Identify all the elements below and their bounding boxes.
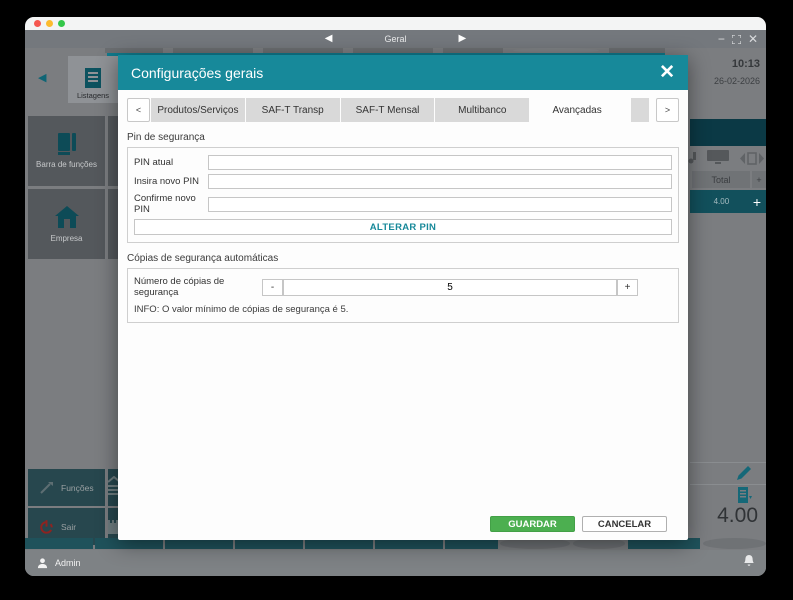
minimize-traffic-light[interactable] xyxy=(46,20,53,27)
backup-count-label: Número de cópias de segurança xyxy=(134,276,225,298)
close-traffic-light[interactable] xyxy=(34,20,41,27)
backup-count-row: Número de cópias de segurança - + xyxy=(134,276,672,298)
alterar-pin-button[interactable]: ALTERAR PIN xyxy=(134,219,672,235)
sidebar-item-label: Barra de funções xyxy=(36,159,97,169)
power-icon xyxy=(40,519,53,534)
sidebar-item-partial[interactable] xyxy=(108,469,118,506)
fullscreen-icon[interactable] xyxy=(731,34,741,44)
decrement-button[interactable]: - xyxy=(262,278,283,296)
increment-button[interactable]: + xyxy=(617,278,638,296)
clock-time: 10:13 xyxy=(731,58,760,70)
sidebar-item-label: Empresa xyxy=(50,233,83,243)
app-window: ◀ Geral ▶ − ✕ ◀ Listagens Barra de funçõ… xyxy=(25,17,766,576)
logged-user-label[interactable]: Admin xyxy=(55,558,81,568)
sidebar-item-empresa[interactable]: Empresa xyxy=(28,189,105,259)
sidebar-item-partial[interactable] xyxy=(108,116,118,186)
pin-section-title: Pin de segurança xyxy=(127,132,205,143)
tabs-scroll-prev-button[interactable]: < xyxy=(127,98,150,122)
confirme-pin-input[interactable] xyxy=(208,196,672,212)
dialog-close-icon[interactable]: ✕ xyxy=(659,63,675,82)
amount-display: 4.00 xyxy=(717,504,758,527)
total-column-header: Total xyxy=(692,171,750,188)
dialog-body: < Produtos/Serviços SAF-T Transp SAF-T M… xyxy=(118,90,688,540)
pin-atual-label: PIN atual xyxy=(134,157,174,168)
sidebar-item-barra-de-funcoes[interactable]: Barra de funções xyxy=(28,116,105,186)
tools-icon xyxy=(40,482,53,494)
minimize-icon[interactable]: − xyxy=(718,33,725,45)
divider xyxy=(690,462,766,463)
notifications-bell-icon[interactable] xyxy=(744,554,754,572)
dialog-header: Configurações gerais ✕ xyxy=(118,55,688,90)
home-icon xyxy=(54,205,79,228)
status-bar: Admin xyxy=(25,550,766,576)
settings-dialog: Configurações gerais ✕ < Produtos/Serviç… xyxy=(118,55,688,540)
tab-saft-transp[interactable]: SAF-T Transp xyxy=(245,98,340,122)
tab-multibanco[interactable]: Multibanco xyxy=(435,98,530,122)
titlebar xyxy=(25,17,766,30)
backup-section-title: Cópias de segurança automáticas xyxy=(127,253,279,264)
confirme-pin-label: Confirme novo PIN xyxy=(134,193,196,215)
backup-count-input[interactable] xyxy=(283,278,617,296)
pos-icon-row xyxy=(688,148,766,168)
bottom-function-cell[interactable] xyxy=(25,538,93,549)
close-window-icon[interactable]: ✕ xyxy=(748,33,758,45)
dialog-title: Configurações gerais xyxy=(131,64,264,81)
sidebar-item-label: Sair xyxy=(61,521,77,532)
toolbar: ◀ Geral ▶ − ✕ xyxy=(25,30,766,48)
divider xyxy=(690,484,766,485)
settings-tabbar: < Produtos/Serviços SAF-T Transp SAF-T M… xyxy=(127,98,679,122)
total-value: 4.00 xyxy=(713,197,730,206)
tab-produtos-servicos[interactable]: Produtos/Serviços xyxy=(151,98,245,122)
bottom-function-cell[interactable] xyxy=(703,538,766,549)
cancelar-button[interactable]: CANCELAR xyxy=(582,516,667,532)
sidebar-item-partial[interactable] xyxy=(108,189,118,259)
partial-icon xyxy=(688,152,696,164)
list-document-icon xyxy=(85,68,101,88)
display-icon[interactable] xyxy=(705,150,731,166)
dialog-footer: GUARDAR CANCELAR xyxy=(490,516,667,532)
clock-date: 26-02-2026 xyxy=(713,76,760,86)
carousel-icon[interactable] xyxy=(740,151,764,165)
pin-atual-input[interactable] xyxy=(208,155,672,170)
nav-prev-icon[interactable]: ◀ xyxy=(325,34,333,44)
zoom-traffic-light[interactable] xyxy=(58,20,65,27)
form-row: PIN atual xyxy=(134,155,672,170)
tab-avancadas[interactable]: Avançadas xyxy=(530,98,624,122)
nav-next-icon[interactable]: ▶ xyxy=(459,34,467,44)
tab-saft-mensal[interactable]: SAF-T Mensal xyxy=(340,98,435,122)
sidebar-item-funcoes[interactable]: Funções xyxy=(28,469,105,506)
pos-table-header: Total + xyxy=(692,171,766,188)
screen: ◀ Geral ▶ − ✕ ◀ Listagens Barra de funçõ… xyxy=(0,0,793,600)
current-tab-label: Geral xyxy=(384,34,407,44)
plus-column-header: + xyxy=(752,171,766,188)
sidebar-item-label: Funções xyxy=(61,482,94,493)
sidebar-back-icon[interactable]: ◀ xyxy=(38,71,46,84)
sidebar-item-label: Listagens xyxy=(76,91,110,100)
form-row: Insira novo PIN xyxy=(134,174,672,189)
novo-pin-label: Insira novo PIN xyxy=(134,176,199,187)
edit-pencil-icon[interactable] xyxy=(737,465,752,485)
tabs-scroll-next-button[interactable]: > xyxy=(655,98,679,122)
pos-display-panel xyxy=(690,119,766,146)
novo-pin-input[interactable] xyxy=(208,174,672,189)
user-icon xyxy=(37,557,48,568)
backup-section-box: Número de cópias de segurança - + INFO: … xyxy=(127,268,679,323)
tab-spacer-block xyxy=(630,98,649,122)
backup-info-text: INFO: O valor mínimo de cópias de segura… xyxy=(134,304,349,315)
function-bar-icon xyxy=(57,132,76,155)
sidebar-item-listagens[interactable]: Listagens xyxy=(68,56,118,103)
form-row: Confirme novo PIN xyxy=(134,193,672,215)
pin-section-box: PIN atual Insira novo PIN Confirme novo … xyxy=(127,147,679,243)
guardar-button[interactable]: GUARDAR xyxy=(490,516,575,532)
add-item-icon[interactable]: + xyxy=(753,195,761,209)
pos-total-row: 4.00 + xyxy=(690,190,766,213)
